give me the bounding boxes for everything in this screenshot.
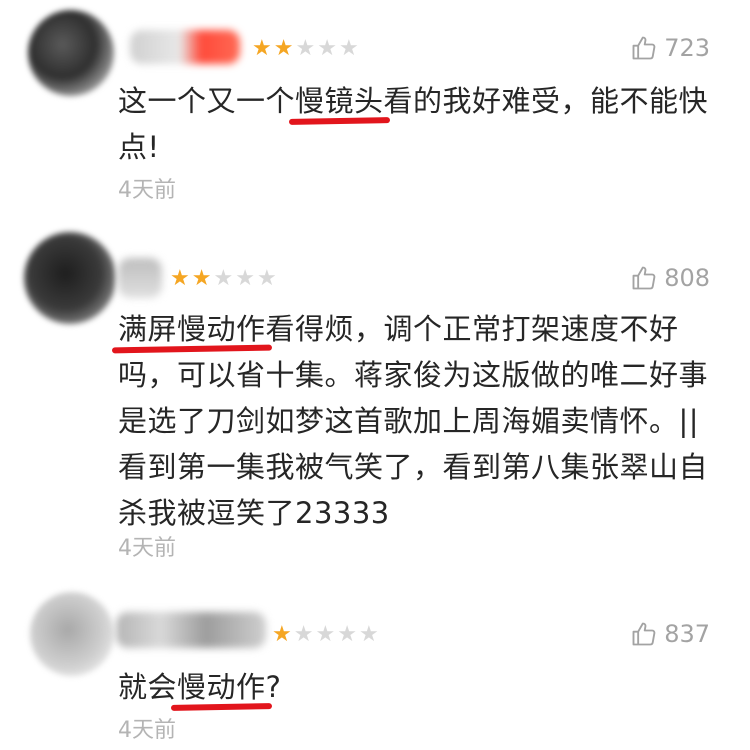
star-empty-icon: ★ [293, 622, 316, 647]
star-empty-icon: ★ [213, 266, 236, 291]
avatar[interactable] [24, 232, 116, 324]
user-name-blurred[interactable] [130, 30, 240, 64]
star-empty-icon: ★ [338, 36, 361, 61]
review-text-part: 这一个又一个 [118, 84, 296, 118]
timestamp: 4天前 [118, 536, 176, 561]
review-text-part: ? [265, 670, 282, 704]
star-filled-icon: ★ [272, 622, 294, 647]
review-text: 这一个又一个慢镜头看的我好难受，能不能快点! [118, 78, 718, 170]
star-filled-icon: ★ [273, 36, 296, 61]
star-empty-icon: ★ [235, 266, 257, 291]
star-empty-icon: ★ [337, 622, 359, 647]
star-empty-icon: ★ [315, 622, 338, 647]
star-filled-icon: ★ [191, 266, 214, 291]
star-rating: ★★★★★ [170, 268, 279, 290]
thumbs-up-icon [632, 36, 656, 60]
star-rating: ★★★★★ [252, 38, 361, 60]
star-empty-icon: ★ [295, 36, 318, 61]
like-count: 808 [664, 264, 710, 292]
star-filled-icon: ★ [170, 266, 192, 291]
avatar[interactable] [28, 10, 114, 96]
star-empty-icon: ★ [256, 266, 279, 291]
like-count: 723 [664, 34, 710, 62]
star-empty-icon: ★ [358, 622, 381, 647]
star-filled-icon: ★ [252, 36, 274, 61]
highlighted-phrase: 慢动作 [177, 670, 266, 704]
like-button[interactable]: 837 [630, 620, 710, 648]
thumbs-up-icon [632, 266, 656, 290]
like-button[interactable]: 723 [630, 34, 710, 62]
star-rating: ★★★★★ [272, 624, 381, 646]
timestamp: 4天前 [118, 178, 176, 203]
avatar[interactable] [30, 592, 114, 676]
user-name-blurred[interactable] [118, 258, 162, 298]
highlighted-phrase: 满屏慢动作 [118, 312, 266, 346]
like-button[interactable]: 808 [630, 264, 710, 292]
like-count: 837 [664, 620, 710, 648]
review-text: 满屏慢动作看得烦，调个正常打架速度不好吗，可以省十集。蒋家俊为这版做的唯二好事是… [118, 306, 718, 536]
review-text-part: 就会 [118, 670, 178, 704]
review-text: 就会慢动作? [118, 664, 718, 710]
thumbs-up-icon [632, 622, 656, 646]
timestamp: 4天前 [118, 718, 176, 743]
highlighted-phrase: 慢镜头 [295, 84, 384, 118]
user-name-blurred[interactable] [116, 612, 266, 648]
star-empty-icon: ★ [317, 36, 339, 61]
